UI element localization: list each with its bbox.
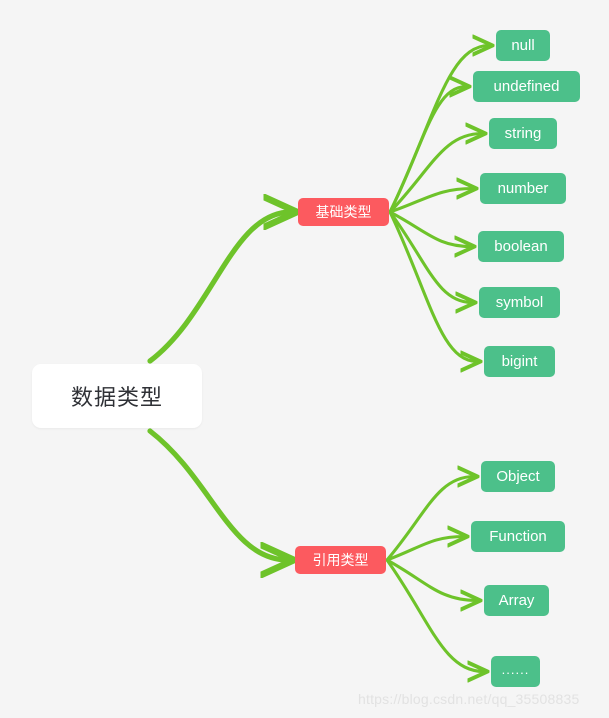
watermark: https://blog.csdn.net/qq_35508835: [358, 691, 579, 707]
node-leaf-undefined[interactable]: undefined: [473, 71, 580, 102]
node-leaf-ellipsis-label: ......: [501, 662, 530, 677]
node-branch-primitive[interactable]: 基础类型: [298, 198, 389, 226]
node-leaf-null-label: null: [511, 37, 535, 54]
node-leaf-symbol-label: symbol: [495, 294, 544, 311]
node-leaf-string[interactable]: string: [489, 118, 557, 149]
node-leaf-number[interactable]: number: [480, 173, 566, 204]
node-branch-reference[interactable]: 引用类型: [295, 546, 386, 574]
node-leaf-boolean[interactable]: boolean: [478, 231, 564, 262]
node-leaf-string-label: string: [504, 125, 542, 142]
node-leaf-object[interactable]: Object: [481, 461, 555, 492]
node-leaf-ellipsis[interactable]: ......: [491, 656, 540, 687]
node-root-label: 数据类型: [70, 385, 163, 410]
watermark-text: https://blog.csdn.net/qq_35508835: [358, 691, 580, 707]
node-leaf-object-label: Object: [496, 468, 540, 485]
node-root[interactable]: 数据类型: [32, 364, 202, 428]
node-branch-reference-label: 引用类型: [312, 552, 369, 568]
node-leaf-undefined-label: undefined: [493, 78, 560, 95]
node-leaf-bigint-label: bigint: [501, 353, 538, 370]
node-leaf-boolean-label: boolean: [494, 238, 548, 255]
node-leaf-null[interactable]: null: [496, 30, 550, 61]
node-leaf-bigint[interactable]: bigint: [484, 346, 555, 377]
node-leaf-number-label: number: [497, 180, 549, 197]
node-leaf-symbol[interactable]: symbol: [479, 287, 560, 318]
node-leaf-function[interactable]: Function: [471, 521, 565, 552]
node-leaf-array[interactable]: Array: [484, 585, 549, 616]
mindmap-canvas: 数据类型 基础类型 引用类型 null undefined string num…: [0, 0, 609, 718]
node-leaf-array-label: Array: [498, 592, 535, 609]
node-branch-primitive-label: 基础类型: [315, 204, 372, 220]
node-leaf-function-label: Function: [489, 528, 547, 545]
